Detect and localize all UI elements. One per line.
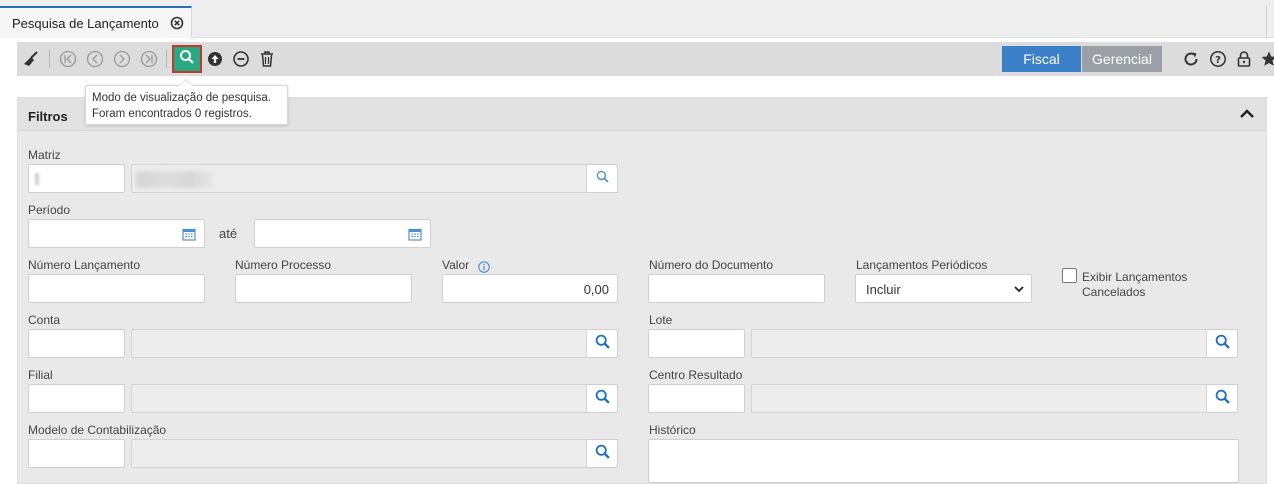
exibir-cancelados-label-line1: Exibir Lançamentos: [1082, 270, 1188, 284]
lock-icon[interactable]: [1234, 49, 1254, 69]
redacted-value: [136, 171, 214, 188]
filial-code-input[interactable]: [28, 384, 125, 413]
search-icon: [595, 334, 610, 354]
valor-value: 0,00: [583, 282, 609, 297]
historico-textarea[interactable]: [648, 439, 1239, 483]
info-icon[interactable]: [478, 260, 490, 273]
chevron-down-icon: [1013, 283, 1025, 295]
refresh-icon[interactable]: [1181, 49, 1201, 69]
modelo-contabilizacao-description-field: [131, 439, 587, 468]
periodo-start-input[interactable]: [28, 219, 205, 248]
close-circle-icon[interactable]: [170, 16, 184, 30]
upload-icon[interactable]: [205, 49, 225, 69]
trash-icon[interactable]: [257, 49, 277, 69]
periodo-ate-label: até: [219, 226, 238, 241]
select-value: Incluir: [866, 282, 901, 297]
search-icon: [1215, 389, 1230, 409]
centro-resultado-lookup-button[interactable]: [1206, 384, 1238, 413]
lancamentos-periodicos-label: Lançamentos Periódicos: [856, 258, 988, 272]
valor-label: Valor: [442, 258, 470, 272]
prev-icon[interactable]: [85, 49, 105, 69]
numero-processo-label: Número Processo: [235, 258, 332, 272]
valor-input[interactable]: 0,00: [442, 274, 618, 303]
matriz-lookup-button[interactable]: [586, 164, 618, 193]
numero-documento-input[interactable]: [648, 274, 825, 303]
tab-title: Pesquisa de Lançamento: [12, 16, 159, 31]
first-icon[interactable]: [58, 49, 78, 69]
centro-resultado-description-field: [751, 384, 1207, 413]
chevron-up-icon[interactable]: [1238, 106, 1256, 122]
search-icon: [595, 389, 610, 409]
search-tooltip: Modo de visualização de pesquisa. Foram …: [85, 79, 288, 125]
centro-resultado-code-input[interactable]: [648, 384, 745, 413]
last-icon[interactable]: [139, 49, 159, 69]
numero-processo-input[interactable]: [235, 274, 412, 303]
modelo-contabilizacao-label: Modelo de Contabilização: [28, 423, 167, 437]
filial-description-field: [131, 384, 587, 413]
calendar-icon[interactable]: [408, 227, 422, 241]
fiscal-toggle[interactable]: Fiscal: [1002, 46, 1081, 72]
tab-divider: [1266, 6, 1267, 38]
tooltip-line-2: Foram encontrados 0 registros.: [92, 108, 252, 120]
tab-pesquisa-lancamento[interactable]: Pesquisa de Lançamento: [0, 6, 192, 38]
lote-code-input[interactable]: [648, 329, 745, 358]
filial-label: Filial: [28, 368, 53, 382]
periodo-label: Período: [28, 203, 71, 217]
centro-resultado-label: Centro Resultado: [649, 368, 743, 382]
filters-panel: Filtros Matriz Período até Número Lançam…: [17, 97, 1267, 484]
matriz-label: Matriz: [28, 148, 61, 162]
exibir-cancelados-label-line2: Cancelados: [1082, 285, 1146, 299]
lancamentos-periodicos-select[interactable]: Incluir: [855, 274, 1032, 303]
search-icon: [596, 170, 609, 188]
gerencial-toggle[interactable]: Gerencial: [1082, 46, 1162, 72]
tab-bar: Pesquisa de Lançamento: [0, 0, 1274, 38]
toolbar: Fiscal Gerencial ?: [17, 42, 1274, 76]
lote-label: Lote: [649, 313, 673, 327]
modelo-contabilizacao-code-input[interactable]: [28, 439, 125, 468]
panel-title: Filtros: [28, 109, 68, 124]
broom-icon[interactable]: [21, 49, 41, 69]
conta-description-field: [131, 329, 587, 358]
calendar-icon[interactable]: [182, 227, 196, 241]
numero-documento-label: Número do Documento: [649, 258, 774, 272]
search-icon: [1215, 334, 1230, 354]
search-button[interactable]: [172, 45, 202, 73]
periodo-end-input[interactable]: [254, 219, 431, 248]
numero-lancamento-label: Número Lançamento: [28, 258, 141, 272]
conta-label: Conta: [28, 313, 61, 327]
search-icon: [179, 49, 195, 70]
next-icon[interactable]: [112, 49, 132, 69]
conta-lookup-button[interactable]: [586, 329, 618, 358]
lote-lookup-button[interactable]: [1206, 329, 1238, 358]
tooltip-line-1: Modo de visualização de pesquisa.: [92, 92, 272, 104]
lote-description-field: [751, 329, 1207, 358]
svg-text:?: ?: [1215, 55, 1221, 66]
toolbar-divider: [166, 50, 167, 68]
help-icon[interactable]: ?: [1208, 49, 1228, 69]
minus-circle-icon[interactable]: [231, 49, 251, 69]
numero-lancamento-input[interactable]: [28, 274, 205, 303]
modelo-contabilizacao-lookup-button[interactable]: [586, 439, 618, 468]
matriz-code-input[interactable]: [28, 164, 125, 193]
historico-label: Histórico: [649, 423, 696, 437]
filial-lookup-button[interactable]: [586, 384, 618, 413]
toolbar-divider: [49, 50, 50, 68]
search-icon: [595, 444, 610, 464]
redacted-value: [35, 173, 39, 185]
exibir-cancelados-checkbox[interactable]: [1062, 268, 1077, 283]
matriz-description-field: [131, 164, 587, 193]
conta-code-input[interactable]: [28, 329, 125, 358]
star-icon[interactable]: [1259, 49, 1274, 69]
